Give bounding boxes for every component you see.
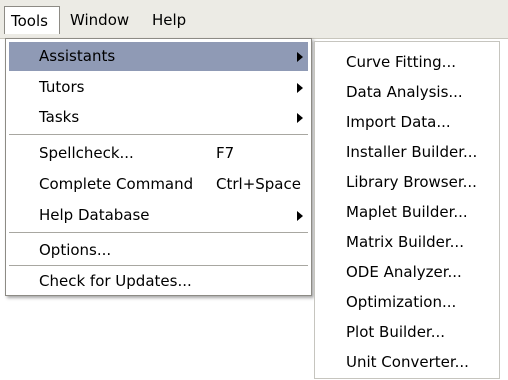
submenu-item-data-analysis[interactable]: Data Analysis... [315, 77, 499, 107]
menu-item-label: Tutors [39, 78, 85, 96]
submenu-item-label: Installer Builder... [346, 143, 478, 161]
menu-tools[interactable]: Tools [4, 6, 60, 34]
submenu-item-matrix-builder[interactable]: Matrix Builder... [315, 227, 499, 257]
submenu-item-installer-builder[interactable]: Installer Builder... [315, 137, 499, 167]
menu-window-label: Window [70, 11, 130, 29]
submenu-item-label: Library Browser... [346, 173, 477, 191]
submenu-item-ode-analyzer[interactable]: ODE Analyzer... [315, 257, 499, 287]
menu-window[interactable]: Window [64, 6, 142, 34]
submenu-item-plot-builder[interactable]: Plot Builder... [315, 317, 499, 347]
submenu-item-import-data[interactable]: Import Data... [315, 107, 499, 137]
submenu-arrow-icon [297, 113, 303, 123]
menu-bar: Tools Window Help [0, 0, 508, 39]
menu-item-options[interactable]: Options... [9, 236, 308, 265]
submenu-item-label: Optimization... [346, 293, 457, 311]
menu-item-shortcut: Ctrl+Space [216, 175, 301, 193]
menu-separator [9, 232, 308, 233]
submenu-item-unit-converter[interactable]: Unit Converter... [315, 347, 499, 377]
submenu-item-optimization[interactable]: Optimization... [315, 287, 499, 317]
menu-item-label: Options... [39, 241, 112, 259]
assistants-submenu: Curve Fitting... Data Analysis... Import… [314, 41, 500, 379]
menu-item-label: Help Database [39, 206, 150, 224]
menu-item-shortcut: F7 [216, 144, 235, 162]
submenu-item-label: Maplet Builder... [346, 203, 468, 221]
submenu-arrow-icon [297, 83, 303, 93]
menu-help-label: Help [152, 11, 187, 29]
submenu-item-label: Plot Builder... [346, 323, 446, 341]
submenu-item-label: Curve Fitting... [346, 53, 456, 71]
submenu-item-label: ODE Analyzer... [346, 263, 462, 281]
menu-item-spellcheck[interactable]: Spellcheck... F7 [9, 139, 308, 168]
menu-item-label: Complete Command [39, 175, 194, 193]
menu-item-help-database[interactable]: Help Database [9, 201, 308, 230]
menu-item-label: Assistants [39, 47, 116, 65]
menu-item-label: Tasks [39, 108, 80, 126]
submenu-item-curve-fitting[interactable]: Curve Fitting... [315, 47, 499, 77]
menu-item-tasks[interactable]: Tasks [9, 103, 308, 132]
menu-item-tutors[interactable]: Tutors [9, 73, 308, 102]
menu-item-label: Spellcheck... [39, 144, 134, 162]
submenu-item-library-browser[interactable]: Library Browser... [315, 167, 499, 197]
menu-item-assistants[interactable]: Assistants [9, 42, 308, 71]
menu-help[interactable]: Help [146, 6, 196, 34]
menu-separator [9, 265, 308, 266]
menu-item-complete-command[interactable]: Complete Command Ctrl+Space [9, 170, 308, 199]
submenu-item-label: Import Data... [346, 113, 451, 131]
submenu-item-label: Unit Converter... [346, 353, 469, 371]
menu-item-label: Check for Updates... [39, 272, 192, 290]
menu-separator [9, 134, 308, 135]
tools-dropdown: Assistants Tutors Tasks Spellcheck... F7… [5, 38, 312, 296]
submenu-arrow-icon [297, 52, 303, 62]
menu-tools-label: Tools [11, 12, 48, 30]
submenu-item-maplet-builder[interactable]: Maplet Builder... [315, 197, 499, 227]
menu-item-check-for-updates[interactable]: Check for Updates... [9, 267, 308, 296]
submenu-item-label: Data Analysis... [346, 83, 463, 101]
submenu-arrow-icon [297, 211, 303, 221]
submenu-item-label: Matrix Builder... [346, 233, 464, 251]
